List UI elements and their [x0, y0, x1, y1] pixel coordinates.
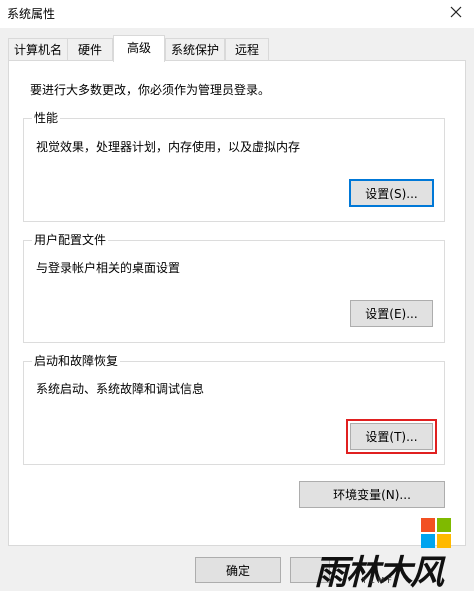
watermark-subtext: YLMF	[362, 576, 395, 585]
tab-system-protection[interactable]: 系统保护	[165, 38, 225, 60]
startup-recovery-title: 启动和故障恢复	[32, 353, 121, 369]
user-profiles-description: 与登录帐户相关的桌面设置	[36, 261, 181, 275]
startup-recovery-description: 系统启动、系统故障和调试信息	[36, 382, 205, 396]
window-title: 系统属性	[7, 7, 56, 21]
performance-settings-button[interactable]: 设置(S)...	[349, 179, 434, 207]
performance-title: 性能	[32, 110, 61, 126]
watermark-text: 雨林木风	[314, 553, 444, 593]
tab-remote[interactable]: 远程	[225, 38, 269, 60]
tab-advanced[interactable]: 高级	[113, 35, 165, 62]
user-profiles-settings-button[interactable]: 设置(E)...	[350, 300, 433, 327]
environment-variables-button[interactable]: 环境变量(N)...	[299, 481, 445, 508]
admin-note: 要进行大多数更改，你必须作为管理员登录。	[30, 83, 271, 97]
user-profiles-title: 用户配置文件	[32, 232, 109, 248]
tab-computer-name[interactable]: 计算机名	[8, 38, 68, 60]
ok-button[interactable]: 确定	[195, 557, 281, 583]
close-icon[interactable]	[448, 4, 464, 20]
user-profiles-group: 用户配置文件 与登录帐户相关的桌面设置	[23, 232, 445, 343]
windows-logo-icon	[421, 518, 451, 548]
title-bar: 系统属性	[0, 0, 474, 28]
performance-description: 视觉效果，处理器计划，内存使用，以及虚拟内存	[36, 140, 301, 154]
tab-hardware[interactable]: 硬件	[67, 38, 113, 60]
highlight-box	[346, 419, 437, 454]
